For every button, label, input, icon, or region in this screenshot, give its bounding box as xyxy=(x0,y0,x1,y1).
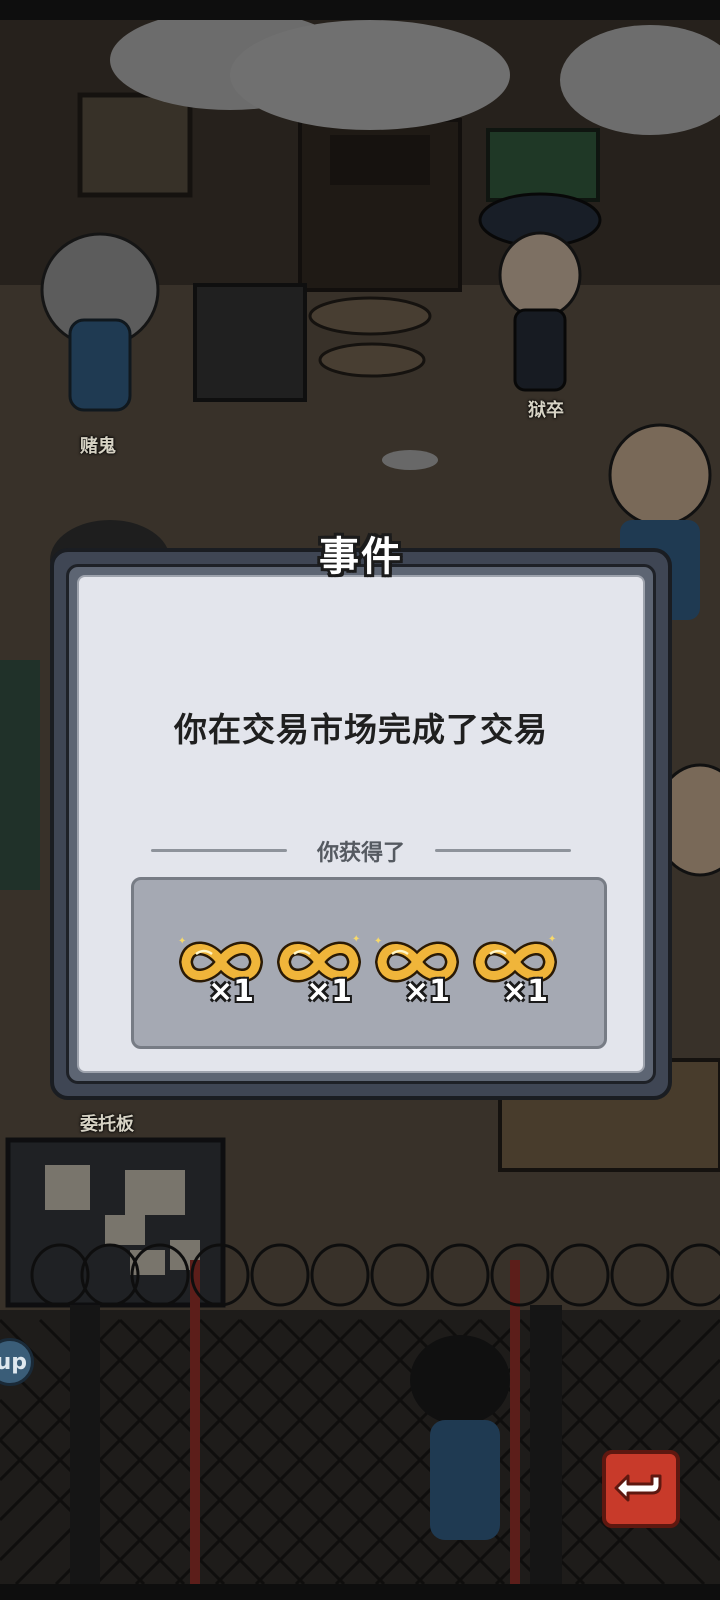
reward-header-label: 你获得了 xyxy=(316,841,405,866)
event-dialog: 你在交易市场完成了交易 你获得了 ✦ ×1 ✦ ×1 ✦ ×1 ✦ ×1 事件 xyxy=(50,534,672,1100)
dialog-title: 事件 xyxy=(319,534,403,580)
status-bar xyxy=(0,0,720,20)
reward-box: ✦ ×1 ✦ ×1 ✦ ×1 ✦ ×1 xyxy=(131,877,607,1049)
reward-quantity: ×1 xyxy=(404,974,451,1009)
svg-text:✦: ✦ xyxy=(352,934,360,945)
svg-text:✦: ✦ xyxy=(374,936,382,947)
prison-yard-scene: 赌鬼 狱卒 委托板 up 你在交易市场完成了交易 你获得了 ✦ ×1 ✦ ×1 … xyxy=(0,20,720,1584)
svg-text:✦: ✦ xyxy=(178,936,186,947)
reward-quantity: ×1 xyxy=(502,974,549,1009)
guard-label: 狱卒 xyxy=(528,400,564,421)
reward-item[interactable]: ✦ ×1 xyxy=(368,932,464,1022)
back-button[interactable] xyxy=(602,1450,680,1528)
reward-header: 你获得了 xyxy=(79,835,643,866)
bulletin-board-label: 委托板 xyxy=(80,1114,134,1135)
reward-item[interactable]: ✦ ×1 xyxy=(172,932,268,1022)
dialog-panel: 你在交易市场完成了交易 你获得了 ✦ ×1 ✦ ×1 ✦ ×1 ✦ ×1 xyxy=(77,575,645,1073)
navigation-bar xyxy=(0,1584,720,1600)
reward-quantity: ×1 xyxy=(208,974,255,1009)
reward-item[interactable]: ✦ ×1 xyxy=(270,932,366,1022)
svg-text:✦: ✦ xyxy=(548,934,556,945)
reward-item[interactable]: ✦ ×1 xyxy=(466,932,562,1022)
return-arrow-icon xyxy=(614,1474,662,1502)
dialog-frame: 你在交易市场完成了交易 你获得了 ✦ ×1 ✦ ×1 ✦ ×1 ✦ ×1 xyxy=(66,564,656,1084)
event-message: 你在交易市场完成了交易 xyxy=(174,710,548,749)
reward-items: ✦ ×1 ✦ ×1 ✦ ×1 ✦ ×1 xyxy=(172,932,572,1022)
reward-quantity: ×1 xyxy=(306,974,353,1009)
gambler-label: 赌鬼 xyxy=(80,436,116,457)
